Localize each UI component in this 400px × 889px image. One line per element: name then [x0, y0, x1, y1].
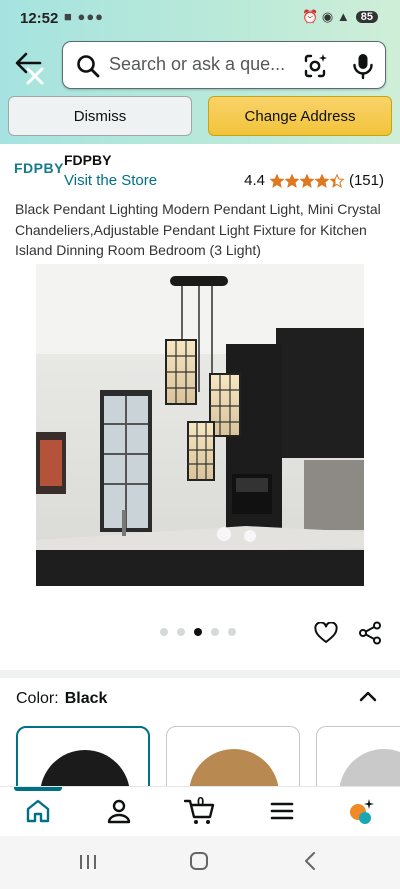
- heart-icon[interactable]: [314, 622, 338, 644]
- status-time: 12:52: [20, 10, 59, 27]
- recents-icon[interactable]: [78, 853, 98, 871]
- swatch-gold[interactable]: [166, 726, 300, 786]
- search-icon: [77, 55, 100, 78]
- change-address-button[interactable]: Change Address: [208, 96, 392, 136]
- swatch-black[interactable]: [16, 726, 150, 786]
- carousel-dot[interactable]: [177, 628, 185, 636]
- carousel-dot[interactable]: [211, 628, 219, 636]
- product-title: Black Pendant Lighting Modern Pendant Li…: [15, 201, 381, 258]
- notification-icons: ■ ●●●: [64, 9, 105, 24]
- carousel-dots[interactable]: [160, 628, 236, 636]
- brand-name: FDPBY: [64, 152, 112, 168]
- search-input[interactable]: [109, 54, 299, 75]
- battery-icon: 85: [355, 11, 378, 23]
- share-icon[interactable]: [358, 621, 382, 645]
- color-label: Color:: [16, 690, 59, 707]
- carousel-dot[interactable]: [228, 628, 236, 636]
- home-icon[interactable]: [24, 797, 52, 825]
- store-row: FDPBY FDPBY Visit the Store 4.4 (151): [0, 146, 400, 196]
- dismiss-button[interactable]: Dismiss: [8, 96, 192, 136]
- carousel-dot[interactable]: [194, 628, 202, 636]
- system-icons: ⏰ ◉ ▲: [302, 9, 350, 24]
- rating-summary[interactable]: 4.4 (151): [244, 172, 384, 189]
- system-back-icon[interactable]: [302, 851, 318, 871]
- cart-count-badge: 0: [197, 794, 205, 809]
- system-navigation-bar: [0, 836, 400, 889]
- status-right-icons: ⏰ ◉ ▲ 85: [302, 9, 378, 25]
- rating-stars: [269, 173, 344, 188]
- swatch-silver[interactable]: [316, 726, 400, 786]
- star-icon: [329, 173, 344, 188]
- color-swatches: [0, 724, 400, 786]
- color-selector-header: Color: Black: [16, 690, 107, 708]
- search-box[interactable]: [62, 41, 386, 89]
- camera-lens-icon[interactable]: [301, 52, 329, 80]
- brand-logo[interactable]: FDPBY: [14, 160, 64, 176]
- rating-value: 4.4: [244, 172, 265, 189]
- menu-icon[interactable]: [268, 797, 296, 825]
- close-icon[interactable]: [25, 66, 45, 86]
- status-bar: 12:52 ■ ●●● ⏰ ◉ ▲ 85: [0, 0, 400, 38]
- star-icon: [314, 173, 329, 188]
- microphone-icon[interactable]: [351, 52, 375, 80]
- account-icon[interactable]: [105, 797, 133, 825]
- section-divider: [0, 670, 400, 678]
- product-image[interactable]: [36, 264, 364, 586]
- star-icon: [269, 173, 284, 188]
- swatch-image: [339, 749, 400, 786]
- star-icon: [299, 173, 314, 188]
- swatch-image: [40, 750, 130, 786]
- star-icon: [284, 173, 299, 188]
- carousel-dot[interactable]: [160, 628, 168, 636]
- top-header-area: 12:52 ■ ●●● ⏰ ◉ ▲ 85 Dismiss Change Addr…: [0, 0, 400, 144]
- color-value: Black: [64, 690, 108, 707]
- rufus-assistant-icon[interactable]: [347, 797, 375, 825]
- visit-store-link[interactable]: Visit the Store: [64, 172, 157, 189]
- review-count: (151): [348, 172, 384, 189]
- swatch-image: [189, 749, 279, 786]
- nav-active-indicator: [14, 787, 62, 791]
- chevron-up-icon[interactable]: [358, 688, 378, 704]
- home-button-icon[interactable]: [189, 851, 209, 871]
- pendant-lights-photo: [36, 264, 364, 586]
